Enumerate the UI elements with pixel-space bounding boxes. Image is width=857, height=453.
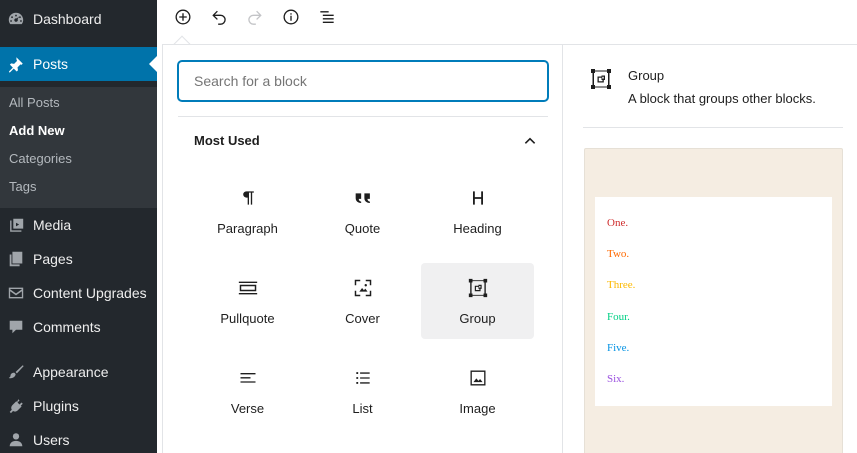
add-block-button[interactable] (171, 7, 195, 31)
block-label: Paragraph (217, 221, 278, 236)
preview-line-three: Three. (607, 279, 636, 291)
menu-item-users[interactable]: Users (0, 425, 157, 453)
media-icon (7, 216, 25, 234)
menu-label: Pages (33, 251, 73, 267)
envelope-icon (7, 284, 25, 302)
menu-item-plugins[interactable]: Plugins (0, 391, 157, 421)
dashboard-icon (7, 10, 25, 28)
block-label: Cover (345, 311, 380, 326)
undo-icon (209, 7, 229, 32)
undo-button[interactable] (207, 7, 231, 31)
redo-icon (245, 7, 265, 32)
block-item-group[interactable]: Group (421, 263, 534, 339)
menu-item-dashboard[interactable]: Dashboard (0, 0, 157, 37)
block-item-list[interactable]: List (306, 353, 419, 429)
menu-item-appearance[interactable]: Appearance (0, 357, 157, 387)
menu-label: Comments (33, 319, 101, 335)
menu-label: Plugins (33, 398, 79, 414)
block-label: Heading (453, 221, 502, 236)
menu-item-posts[interactable]: Posts (0, 47, 157, 81)
group-icon (466, 276, 490, 300)
block-item-paragraph[interactable]: Paragraph (191, 173, 304, 249)
submenu-item-categories[interactable]: Categories (9, 151, 72, 166)
block-label: Quote (344, 221, 381, 236)
submenu-item-tags[interactable]: Tags (9, 179, 36, 194)
verse-icon (236, 366, 260, 390)
divider (583, 127, 843, 128)
redo-button[interactable] (243, 7, 267, 31)
menu-label: Appearance (33, 364, 109, 380)
info-button[interactable] (279, 7, 303, 31)
preview-group-content: One. Two. Three. Four. Five. Six. (595, 197, 832, 406)
info-icon (281, 7, 301, 32)
menu-label: Media (33, 217, 72, 233)
block-item-cover[interactable]: Cover (306, 263, 419, 339)
menu-item-pages[interactable]: Pages (0, 244, 157, 274)
brush-icon (7, 363, 25, 381)
submenu-item-add-new[interactable]: Add New (9, 123, 65, 138)
menu-item-content-upgrades[interactable]: Content Upgrades (0, 278, 157, 308)
block-item-verse[interactable]: Verse (191, 353, 304, 429)
group-icon (589, 67, 613, 91)
preview-title: Group (628, 68, 665, 83)
editor-toolbar (157, 0, 857, 37)
add-block-icon (173, 7, 193, 32)
block-label: Pullquote (220, 311, 275, 326)
heading-icon (466, 186, 490, 210)
image-icon (466, 366, 490, 390)
block-item-image[interactable]: Image (421, 353, 534, 429)
block-item-heading[interactable]: Heading (421, 173, 534, 249)
user-icon (7, 431, 25, 449)
block-item-pullquote[interactable]: Pullquote (191, 263, 304, 339)
posts-submenu: All Posts Add New Categories Tags (0, 87, 157, 208)
list-icon (351, 366, 375, 390)
cover-icon (351, 276, 375, 300)
block-label: Image (459, 401, 496, 416)
preview-line-one: One. (607, 217, 629, 229)
outline-icon (317, 7, 337, 32)
submenu-item-all-posts[interactable]: All Posts (9, 95, 60, 110)
preview-description: A block that groups other blocks. (628, 91, 816, 106)
block-navigation-button[interactable] (315, 7, 339, 31)
most-used-panel-header[interactable]: Most Used (178, 117, 548, 163)
admin-sidebar: Dashboard Posts All Posts Add New Catego… (0, 0, 157, 453)
preview-line-four: Four. (607, 311, 630, 323)
block-label: List (352, 401, 373, 416)
paragraph-icon (236, 186, 260, 210)
menu-label: Posts (33, 56, 69, 72)
menu-label: Users (33, 432, 70, 448)
menu-item-media[interactable]: Media (0, 210, 157, 240)
panel-title: Most Used (194, 132, 260, 148)
menu-label: Content Upgrades (33, 285, 147, 301)
block-search-input[interactable] (178, 61, 548, 101)
menu-item-comments[interactable]: Comments (0, 312, 157, 342)
preview-line-two: Two. (607, 248, 630, 260)
menu-label: Dashboard (33, 10, 102, 27)
comment-icon (7, 318, 25, 336)
pages-icon (7, 250, 25, 268)
block-item-quote[interactable]: Quote (306, 173, 419, 249)
block-label: Group (459, 311, 496, 326)
block-label: Verse (230, 401, 265, 416)
preview-line-six: Six. (607, 373, 625, 385)
block-preview-panel: Group A block that groups other blocks. … (563, 45, 857, 453)
plug-icon (7, 397, 25, 415)
block-inserter-popover: Most Used Paragraph Quote Heading (162, 44, 857, 453)
preview-line-five: Five. (607, 342, 630, 354)
pullquote-icon (236, 276, 260, 300)
quote-icon (351, 186, 375, 210)
preview-canvas: One. Two. Three. Four. Five. Six. (584, 148, 843, 453)
block-list-panel: Most Used Paragraph Quote Heading (163, 45, 563, 453)
chevron-up-icon[interactable] (520, 130, 540, 150)
pin-icon (7, 55, 25, 73)
